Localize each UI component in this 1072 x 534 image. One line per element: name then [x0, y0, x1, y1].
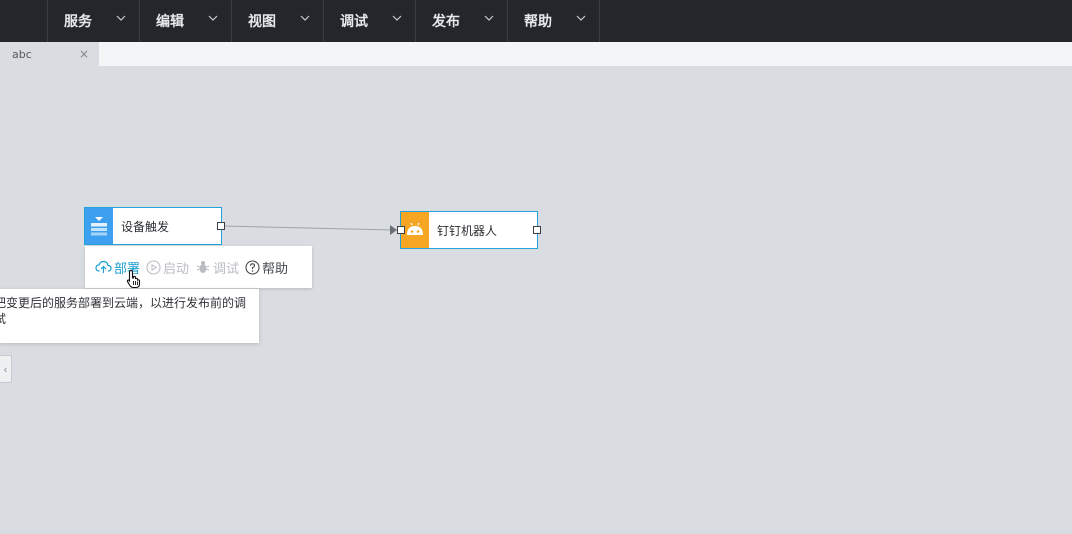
play-circle-icon — [146, 259, 161, 275]
input-port[interactable] — [397, 226, 405, 234]
device-trigger-icon — [85, 208, 113, 244]
flow-canvas[interactable]: 设备触发 钉钉机器人 部署 启动 调试 帮助 把变更后的服务部署到云端，以进行发… — [0, 66, 1072, 534]
node-context-toolbar: 部署 启动 调试 帮助 — [85, 246, 312, 288]
menu-view[interactable]: 视图 — [232, 0, 324, 42]
node-label: 钉钉机器人 — [437, 223, 498, 238]
menu-label: 编辑 — [156, 14, 184, 30]
sidebar-collapse-handle[interactable]: ‹ — [0, 355, 12, 383]
chevron-down-icon — [115, 12, 127, 24]
help-button[interactable]: 帮助 — [245, 258, 288, 277]
output-port[interactable] — [533, 226, 541, 234]
menu-service[interactable]: 服务 — [48, 0, 140, 42]
chevron-down-icon — [299, 12, 311, 24]
debug-button[interactable]: 调试 — [195, 258, 239, 277]
bug-icon — [196, 261, 210, 273]
menu-help[interactable]: 帮助 — [508, 0, 600, 42]
chevron-down-icon — [575, 12, 587, 24]
start-label: 启动 — [163, 261, 190, 277]
menu-label: 发布 — [432, 14, 460, 30]
menu-label: 视图 — [248, 14, 276, 30]
tab-bar: abc × — [0, 42, 1072, 66]
chevron-down-icon — [483, 12, 495, 24]
help-circle-icon — [245, 259, 260, 275]
node-label: 设备触发 — [121, 219, 170, 234]
robot-icon — [401, 212, 429, 248]
cloud-upload-icon — [95, 260, 112, 273]
help-label: 帮助 — [262, 261, 289, 277]
chevron-down-icon — [391, 12, 403, 24]
menu-publish[interactable]: 发布 — [416, 0, 508, 42]
node-device-trigger[interactable]: 设备触发 — [84, 207, 225, 245]
tab-abc[interactable]: abc × — [0, 42, 99, 66]
menubar-logo-area — [0, 0, 48, 42]
chevron-down-icon — [207, 12, 219, 24]
menu-label: 帮助 — [524, 14, 552, 30]
tooltip-text: 把变更后的服务部署到云端，以进行发布前的调试 — [0, 296, 247, 326]
top-menubar: 服务 编辑 视图 调试 发布 帮助 — [0, 0, 1072, 42]
hand-pointer-icon — [126, 269, 141, 289]
deploy-tooltip: 把变更后的服务部署到云端，以进行发布前的调试 — [0, 289, 259, 343]
node-dingtalk-robot[interactable]: 钉钉机器人 — [397, 211, 541, 249]
output-port[interactable] — [217, 222, 225, 230]
menu-label: 调试 — [340, 14, 368, 30]
menu-label: 服务 — [64, 14, 92, 30]
start-button[interactable]: 启动 — [146, 258, 189, 277]
close-icon[interactable]: × — [79, 47, 89, 61]
tab-label: abc — [12, 47, 32, 61]
menu-debug[interactable]: 调试 — [324, 0, 416, 42]
debug-label: 调试 — [213, 261, 240, 277]
menu-edit[interactable]: 编辑 — [140, 0, 232, 42]
